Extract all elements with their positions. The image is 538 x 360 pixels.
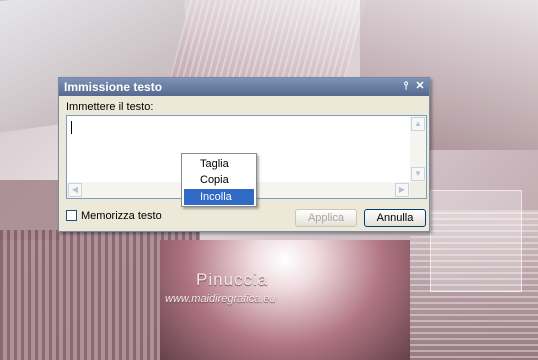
menu-item-label: Incolla <box>200 191 232 203</box>
scroll-down-icon[interactable]: ▼ <box>411 167 425 181</box>
dialog-titlebar[interactable]: Immissione testo ⫯ ✕ <box>59 78 429 96</box>
scroll-up-icon[interactable]: ▲ <box>411 117 425 131</box>
menu-item-label: Copia <box>200 174 229 186</box>
vertical-scrollbar[interactable]: ▲ ▼ <box>410 116 426 182</box>
context-menu: Taglia Copia Incolla <box>181 153 257 207</box>
cancel-button[interactable]: Annulla <box>364 209 426 227</box>
menu-item-cut[interactable]: Taglia <box>184 156 254 172</box>
watermark-url: www.maidiregrafica.eu <box>165 293 276 305</box>
pin-icon[interactable]: ⫯ <box>400 80 412 93</box>
apply-button[interactable]: Applica <box>295 209 357 227</box>
menu-item-copy[interactable]: Copia <box>184 172 254 188</box>
dialog-title: Immissione testo <box>64 80 163 94</box>
remember-text-label[interactable]: Memorizza testo <box>81 210 162 222</box>
text-caret <box>71 121 72 134</box>
watermark-name: Pinuccia <box>196 270 269 289</box>
scroll-right-icon[interactable]: ▶ <box>395 183 409 197</box>
background-panel <box>430 190 522 292</box>
close-icon[interactable]: ✕ <box>414 80 426 93</box>
menu-item-paste[interactable]: Incolla <box>184 189 254 205</box>
menu-item-label: Taglia <box>200 158 229 170</box>
scroll-left-icon[interactable]: ◀ <box>68 183 82 197</box>
scrollbar-corner <box>410 182 426 198</box>
remember-text-checkbox[interactable] <box>66 210 77 221</box>
text-prompt-label: Immettere il testo: <box>66 101 154 113</box>
